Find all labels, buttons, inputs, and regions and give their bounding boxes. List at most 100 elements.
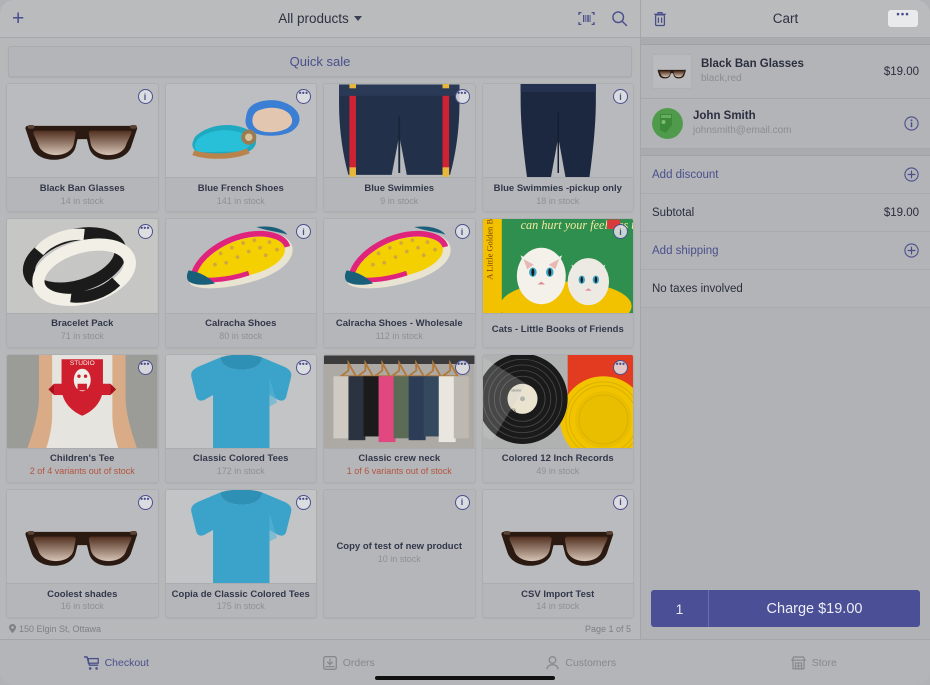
product-thumbnail — [166, 219, 317, 312]
product-thumbnail — [166, 84, 317, 177]
product-card[interactable]: i Calracha Shoes - Wholesale112 in stock — [323, 218, 476, 347]
svg-text:A Little Golden Book: A Little Golden Book — [484, 219, 494, 280]
product-meta: Blue French Shoes141 in stock — [166, 177, 317, 211]
total-label: Subtotal — [652, 207, 694, 219]
tab-orders[interactable]: Orders — [233, 656, 466, 670]
cart-toolbar: Cart ••• — [641, 0, 930, 38]
cart-total-row[interactable]: Add discount — [641, 156, 930, 194]
cart-pane: Cart ••• Black Ban Glassesblack,red$19.0… — [640, 0, 930, 639]
cart-total-row[interactable]: Add shipping — [641, 232, 930, 270]
product-card[interactable]: •••Copia de Classic Colored Tees175 in s… — [165, 489, 318, 618]
product-thumbnail: A Little Golden Bookcan hurt your feelin… — [483, 219, 634, 312]
product-card[interactable]: iCopy of test of new product10 in stock — [323, 489, 476, 618]
bottom-tab-bar: CheckoutOrders Customers Store — [0, 639, 930, 685]
more-options-icon[interactable]: ••• — [613, 360, 628, 375]
product-name: Coolest shades — [47, 590, 117, 601]
line-item-variant: black,red — [701, 72, 875, 86]
add-product-button[interactable]: + — [12, 8, 38, 29]
product-name: Calracha Shoes - Wholesale — [336, 319, 463, 330]
plus-circle-icon[interactable] — [904, 243, 919, 258]
product-meta: Blue Swimmies -pickup only18 in stock — [483, 177, 634, 211]
cart-more-options-button[interactable]: ••• — [888, 10, 918, 27]
tab-checkout[interactable]: Checkout — [0, 656, 233, 670]
product-card[interactable]: iCalracha Shoes80 in stock — [165, 218, 318, 347]
product-card[interactable]: •••stereoVkColored 12 Inch Records49 in … — [482, 354, 635, 483]
cart-line-items: Black Ban Glassesblack,red$19.00 — [641, 45, 930, 99]
products-filter-dropdown[interactable]: All products — [278, 11, 362, 26]
info-icon[interactable]: i — [138, 89, 153, 104]
more-options-icon[interactable]: ••• — [138, 495, 153, 510]
product-card[interactable]: •••STUDIOChildren's Tee2 of 4 variants o… — [6, 354, 159, 483]
info-icon[interactable]: i — [613, 495, 628, 510]
product-name: CSV Import Test — [521, 590, 594, 601]
more-options-icon[interactable]: ••• — [138, 224, 153, 239]
more-options-icon[interactable]: ••• — [296, 89, 311, 104]
more-options-icon[interactable]: ••• — [455, 89, 470, 104]
product-thumbnail — [324, 84, 475, 177]
more-options-icon[interactable]: ••• — [455, 360, 470, 375]
product-meta: Cats - Little Books of Friends — [483, 313, 634, 347]
product-card[interactable]: ••• Blue Swimmies9 in stock — [323, 83, 476, 212]
quick-sale-button[interactable]: Quick sale — [8, 46, 632, 77]
info-icon[interactable] — [904, 116, 919, 131]
product-meta: Calracha Shoes80 in stock — [166, 313, 317, 347]
products-toolbar: + All products — [0, 0, 640, 38]
tab-customers[interactable]: Customers — [465, 656, 698, 670]
product-meta: Blue Swimmies9 in stock — [324, 177, 475, 211]
plus-circle-icon[interactable] — [904, 167, 919, 182]
product-name: Classic crew neck — [358, 454, 440, 465]
product-stock: 172 in stock — [217, 466, 265, 476]
product-stock: 14 in stock — [61, 196, 104, 206]
product-card[interactable]: iCSV Import Test14 in stock — [482, 489, 635, 618]
product-thumbnail — [7, 490, 158, 583]
charge-quantity[interactable]: 1 — [651, 590, 709, 627]
product-card[interactable]: •••Classic Colored Tees172 in stock — [165, 354, 318, 483]
product-card[interactable]: i Blue Swimmies -pickup only18 in stock — [482, 83, 635, 212]
product-card[interactable]: iA Little Golden Bookcan hurt your feeli… — [482, 218, 635, 347]
product-card[interactable]: ••• Blue French Shoes141 in stock — [165, 83, 318, 212]
product-thumbnail: stereoVk — [483, 355, 634, 448]
cart-icon — [84, 656, 99, 670]
total-value: $19.00 — [884, 207, 919, 219]
product-name: Bracelet Pack — [51, 319, 113, 330]
home-indicator — [375, 676, 555, 680]
cart-empty-space — [641, 308, 930, 580]
search-icon[interactable] — [611, 10, 628, 27]
tab-label: Customers — [565, 657, 616, 669]
more-options-icon[interactable]: ••• — [138, 360, 153, 375]
cart-line-item[interactable]: Black Ban Glassesblack,red$19.00 — [641, 45, 930, 99]
product-grid: iBlack Ban Glasses14 in stock ••• Blue Fre… — [0, 83, 640, 618]
info-icon[interactable]: i — [455, 495, 470, 510]
product-name: Blue Swimmies -pickup only — [494, 184, 622, 195]
product-thumbnail — [483, 490, 634, 583]
more-options-icon[interactable]: ••• — [296, 360, 311, 375]
product-name: Calracha Shoes — [205, 319, 276, 330]
more-options-icon[interactable]: ••• — [296, 495, 311, 510]
inbox-icon — [323, 656, 337, 670]
product-name: Blue French Shoes — [198, 184, 284, 195]
product-name: Blue Swimmies — [364, 184, 434, 195]
total-label: Add shipping — [652, 245, 719, 257]
product-card[interactable]: •••Classic crew neck1 of 6 variants out … — [323, 354, 476, 483]
line-item-thumbnail — [652, 54, 692, 89]
product-card[interactable]: ••• Bracelet Pack71 in stock — [6, 218, 159, 347]
charge-button[interactable]: 1 Charge $19.00 — [651, 590, 920, 627]
person-icon — [546, 656, 559, 670]
quick-sale-label: Quick sale — [290, 54, 351, 69]
info-icon[interactable]: i — [455, 224, 470, 239]
tab-store[interactable]: Store — [698, 656, 930, 670]
toolbar-actions — [578, 10, 628, 27]
product-stock: 2 of 4 variants out of stock — [30, 466, 135, 476]
barcode-icon[interactable] — [578, 11, 595, 26]
product-name: Copy of test of new product — [336, 542, 462, 553]
product-meta: Calracha Shoes - Wholesale112 in stock — [324, 313, 475, 347]
product-card[interactable]: iBlack Ban Glasses14 in stock — [6, 83, 159, 212]
product-meta: Bracelet Pack71 in stock — [7, 313, 158, 347]
info-icon[interactable]: i — [613, 89, 628, 104]
cart-title: Cart — [641, 11, 930, 26]
product-card[interactable]: •••Coolest shades16 in stock — [6, 489, 159, 618]
charge-label: Charge $19.00 — [709, 590, 920, 627]
cart-customer-row[interactable]: John Smith johnsmith@email.com — [641, 99, 930, 149]
customer-text: John Smith johnsmith@email.com — [693, 109, 894, 138]
page-title: All products — [278, 11, 349, 26]
